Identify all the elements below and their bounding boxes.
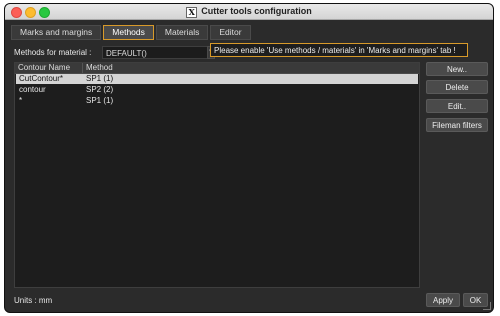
table-header: Contour Name Method [15,63,419,74]
x11-app-icon: X [186,7,198,18]
table-row[interactable]: * SP1 (1) [16,96,418,106]
units-label: Units : mm [14,296,53,305]
apply-button[interactable]: Apply [426,293,460,307]
method-cell: SP1 (1) [86,74,114,83]
method-cell: SP1 (1) [86,96,114,105]
method-cell: SP2 (2) [86,85,114,94]
material-label: Methods for material : [14,48,92,57]
contour-name-cell: * [19,96,23,105]
fileman-filters-button[interactable]: Fileman filters [426,118,488,132]
column-header-method[interactable]: Method [86,63,113,73]
column-header-contour-name[interactable]: Contour Name [18,63,83,73]
window-title: Cutter tools configuration [201,6,312,16]
window-title-area: X Cutter tools configuration [5,6,493,18]
table-row[interactable]: CutContour* SP1 (1) [16,74,418,84]
table-row[interactable]: contour SP2 (2) [16,85,418,95]
methods-table: Contour Name Method CutContour* SP1 (1) … [14,62,420,288]
resize-grip-icon[interactable] [483,302,491,310]
tab-editor[interactable]: Editor [210,25,251,40]
tab-methods[interactable]: Methods [103,25,154,40]
warning-message: Please enable 'Use methods / materials' … [210,43,468,57]
tab-bar: Marks and margins Methods Materials Edit… [11,25,251,40]
material-select[interactable]: DEFAULT() [102,46,212,59]
tab-marks-and-margins[interactable]: Marks and margins [11,25,102,40]
title-bar: X Cutter tools configuration [5,4,493,20]
new-button[interactable]: New.. [426,62,488,76]
delete-button[interactable]: Delete [426,80,488,94]
contour-name-cell: contour [19,85,46,94]
edit-button[interactable]: Edit.. [426,99,488,113]
tab-materials[interactable]: Materials [155,25,209,40]
contour-name-cell: CutContour* [19,74,64,83]
app-window: X Cutter tools configuration Marks and ma… [4,3,494,313]
